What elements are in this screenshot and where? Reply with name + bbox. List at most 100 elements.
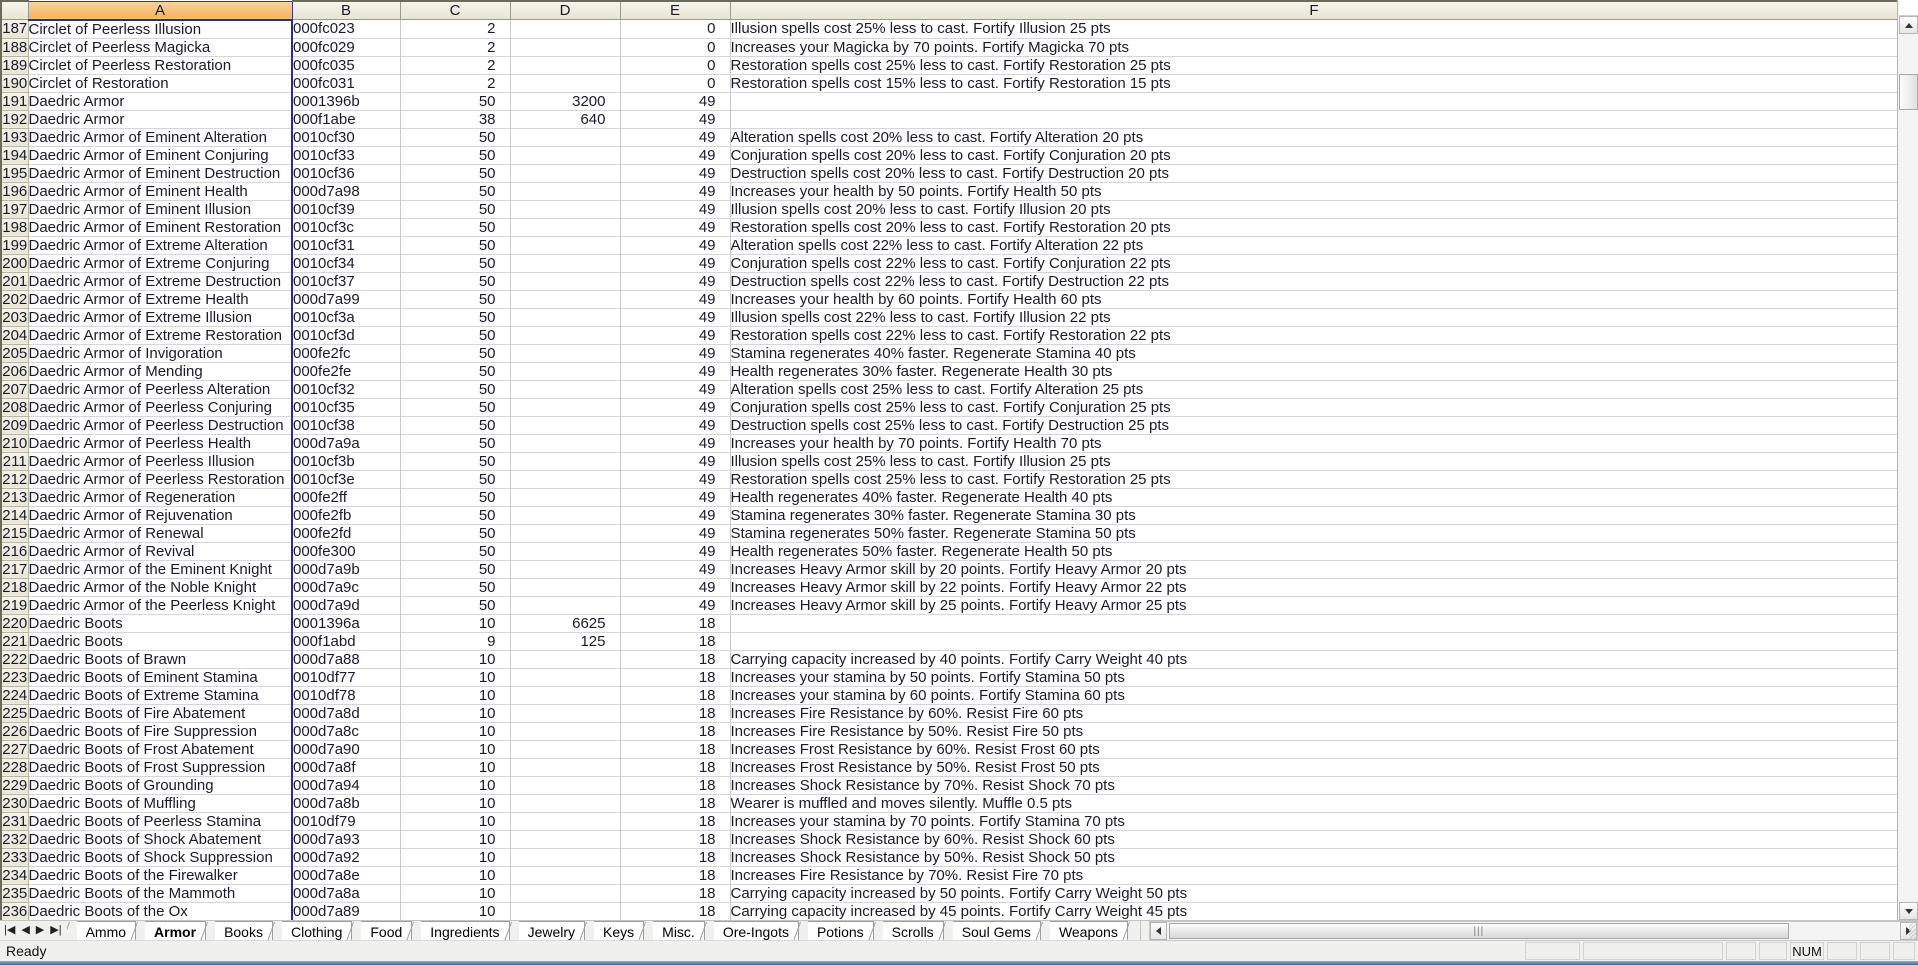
row-header[interactable]: 231 bbox=[1, 812, 28, 830]
cell-weight[interactable]: 10 bbox=[400, 722, 510, 740]
table-row[interactable]: 206Daedric Armor of Mending000fe2fe5049H… bbox=[1, 362, 1897, 380]
table-row[interactable]: 202Daedric Armor of Extreme Health000d7a… bbox=[1, 290, 1897, 308]
cell-name[interactable]: Daedric Boots of Frost Suppression bbox=[28, 758, 292, 776]
tab-splitter-handle[interactable] bbox=[1140, 921, 1146, 940]
cell-name[interactable]: Daedric Armor of Extreme Health bbox=[28, 290, 292, 308]
cell-effect[interactable]: Stamina regenerates 40% faster. Regenera… bbox=[730, 344, 1897, 362]
hscroll-track[interactable] bbox=[1789, 922, 1900, 940]
cell-id[interactable]: 0010cf30 bbox=[292, 128, 400, 146]
table-row[interactable]: 215Daedric Armor of Renewal000fe2fd5049S… bbox=[1, 524, 1897, 542]
cell-value[interactable] bbox=[510, 470, 620, 488]
row-header[interactable]: 235 bbox=[1, 884, 28, 902]
cell-name[interactable]: Daedric Armor of Peerless Health bbox=[28, 434, 292, 452]
cell-id[interactable]: 0010cf3c bbox=[292, 218, 400, 236]
cell-armor[interactable]: 49 bbox=[620, 146, 730, 164]
cell-id[interactable]: 000fe2fd bbox=[292, 524, 400, 542]
cell-weight[interactable]: 10 bbox=[400, 686, 510, 704]
cell-id[interactable]: 000d7a8d bbox=[292, 704, 400, 722]
cell-id[interactable]: 000d7a8c bbox=[292, 722, 400, 740]
row-header[interactable]: 224 bbox=[1, 686, 28, 704]
sheet-tab-ore-ingots[interactable]: Ore-Ingots bbox=[714, 921, 799, 940]
cell-armor[interactable]: 49 bbox=[620, 578, 730, 596]
cell-weight[interactable]: 50 bbox=[400, 200, 510, 218]
table-row[interactable]: 190Circlet of Restoration000fc03120Resto… bbox=[1, 74, 1897, 92]
cell-id[interactable]: 000fc031 bbox=[292, 74, 400, 92]
cell-effect[interactable]: Increases Shock Resistance by 60%. Resis… bbox=[730, 830, 1897, 848]
cell-effect[interactable]: Health regenerates 40% faster. Regenerat… bbox=[730, 488, 1897, 506]
cell-effect[interactable]: Increases Fire Resistance by 60%. Resist… bbox=[730, 704, 1897, 722]
cell-weight[interactable]: 10 bbox=[400, 866, 510, 884]
cell-armor[interactable]: 49 bbox=[620, 434, 730, 452]
table-row[interactable]: 235Daedric Boots of the Mammoth000d7a8a1… bbox=[1, 884, 1897, 902]
cell-effect[interactable]: Stamina regenerates 30% faster. Regenera… bbox=[730, 506, 1897, 524]
cell-effect[interactable]: Increases your health by 60 points. Fort… bbox=[730, 290, 1897, 308]
cell-name[interactable]: Circlet of Peerless Magicka bbox=[28, 38, 292, 56]
table-row[interactable]: 188Circlet of Peerless Magicka000fc02920… bbox=[1, 38, 1897, 56]
table-row[interactable]: 204Daedric Armor of Extreme Restoration0… bbox=[1, 326, 1897, 344]
cell-weight[interactable]: 10 bbox=[400, 704, 510, 722]
cell-value[interactable] bbox=[510, 200, 620, 218]
cell-effect[interactable]: Health regenerates 30% faster. Regenerat… bbox=[730, 362, 1897, 380]
cell-weight[interactable]: 50 bbox=[400, 362, 510, 380]
row-header[interactable]: 193 bbox=[1, 128, 28, 146]
cell-effect[interactable]: Restoration spells cost 25% less to cast… bbox=[730, 470, 1897, 488]
cell-name[interactable]: Daedric Armor of the Noble Knight bbox=[28, 578, 292, 596]
sheet-tabs[interactable]: AmmoArmorBooksClothingFoodIngredientsJew… bbox=[67, 921, 1137, 940]
cell-armor[interactable]: 18 bbox=[620, 758, 730, 776]
cell-armor[interactable]: 49 bbox=[620, 308, 730, 326]
cell-armor[interactable]: 0 bbox=[620, 38, 730, 56]
cell-id[interactable]: 000d7a94 bbox=[292, 776, 400, 794]
cell-id[interactable]: 000d7a9a bbox=[292, 434, 400, 452]
cell-weight[interactable]: 50 bbox=[400, 254, 510, 272]
cell-effect[interactable]: Increases Shock Resistance by 50%. Resis… bbox=[730, 848, 1897, 866]
cell-value[interactable] bbox=[510, 740, 620, 758]
cell-name[interactable]: Daedric Armor of Peerless Alteration bbox=[28, 380, 292, 398]
table-row[interactable]: 234Daedric Boots of the Firewalker000d7a… bbox=[1, 866, 1897, 884]
cell-effect[interactable] bbox=[730, 632, 1897, 650]
cell-value[interactable] bbox=[510, 254, 620, 272]
cell-effect[interactable]: Destruction spells cost 22% less to cast… bbox=[730, 272, 1897, 290]
cell-armor[interactable]: 49 bbox=[620, 92, 730, 110]
cell-id[interactable]: 000d7a8e bbox=[292, 866, 400, 884]
cell-effect[interactable] bbox=[730, 92, 1897, 110]
cell-effect[interactable]: Conjuration spells cost 22% less to cast… bbox=[730, 254, 1897, 272]
cell-value[interactable] bbox=[510, 866, 620, 884]
cell-armor[interactable]: 18 bbox=[620, 866, 730, 884]
cell-effect[interactable]: Increases Heavy Armor skill by 20 points… bbox=[730, 560, 1897, 578]
cell-weight[interactable]: 50 bbox=[400, 380, 510, 398]
cell-id[interactable]: 0010cf3b bbox=[292, 452, 400, 470]
cell-id[interactable]: 000fe300 bbox=[292, 542, 400, 560]
table-row[interactable]: 227Daedric Boots of Frost Abatement000d7… bbox=[1, 740, 1897, 758]
cell-name[interactable]: Daedric Boots of Brawn bbox=[28, 650, 292, 668]
table-row[interactable]: 207Daedric Armor of Peerless Alteration0… bbox=[1, 380, 1897, 398]
cell-id[interactable]: 0010df79 bbox=[292, 812, 400, 830]
cell-value[interactable] bbox=[510, 362, 620, 380]
cell-value[interactable]: 6625 bbox=[510, 614, 620, 632]
cell-id[interactable]: 000d7a93 bbox=[292, 830, 400, 848]
cell-weight[interactable]: 50 bbox=[400, 326, 510, 344]
cell-weight[interactable]: 38 bbox=[400, 110, 510, 128]
row-header[interactable]: 226 bbox=[1, 722, 28, 740]
cell-effect[interactable]: Restoration spells cost 22% less to cast… bbox=[730, 326, 1897, 344]
spreadsheet-grid[interactable]: A B C D E F 187Circlet of Peerless Illus… bbox=[0, 0, 1897, 920]
cell-id[interactable]: 0010cf36 bbox=[292, 164, 400, 182]
cell-value[interactable] bbox=[510, 758, 620, 776]
cell-name[interactable]: Daedric Boots of Shock Suppression bbox=[28, 848, 292, 866]
cell-id[interactable]: 0010df77 bbox=[292, 668, 400, 686]
cell-name[interactable]: Daedric Armor of Peerless Restoration bbox=[28, 470, 292, 488]
row-header[interactable]: 212 bbox=[1, 470, 28, 488]
table-row[interactable]: 199Daedric Armor of Extreme Alteration00… bbox=[1, 236, 1897, 254]
cell-value[interactable] bbox=[510, 560, 620, 578]
cell-name[interactable]: Daedric Armor of Invigoration bbox=[28, 344, 292, 362]
row-header[interactable]: 194 bbox=[1, 146, 28, 164]
row-header[interactable]: 216 bbox=[1, 542, 28, 560]
cell-value[interactable] bbox=[510, 578, 620, 596]
cell-name[interactable]: Daedric Armor of Peerless Destruction bbox=[28, 416, 292, 434]
cell-name[interactable]: Daedric Boots of the Mammoth bbox=[28, 884, 292, 902]
cell-id[interactable]: 0010cf34 bbox=[292, 254, 400, 272]
cell-effect[interactable] bbox=[730, 110, 1897, 128]
row-header[interactable]: 206 bbox=[1, 362, 28, 380]
row-header[interactable]: 229 bbox=[1, 776, 28, 794]
cell-weight[interactable]: 10 bbox=[400, 740, 510, 758]
cell-armor[interactable]: 49 bbox=[620, 362, 730, 380]
